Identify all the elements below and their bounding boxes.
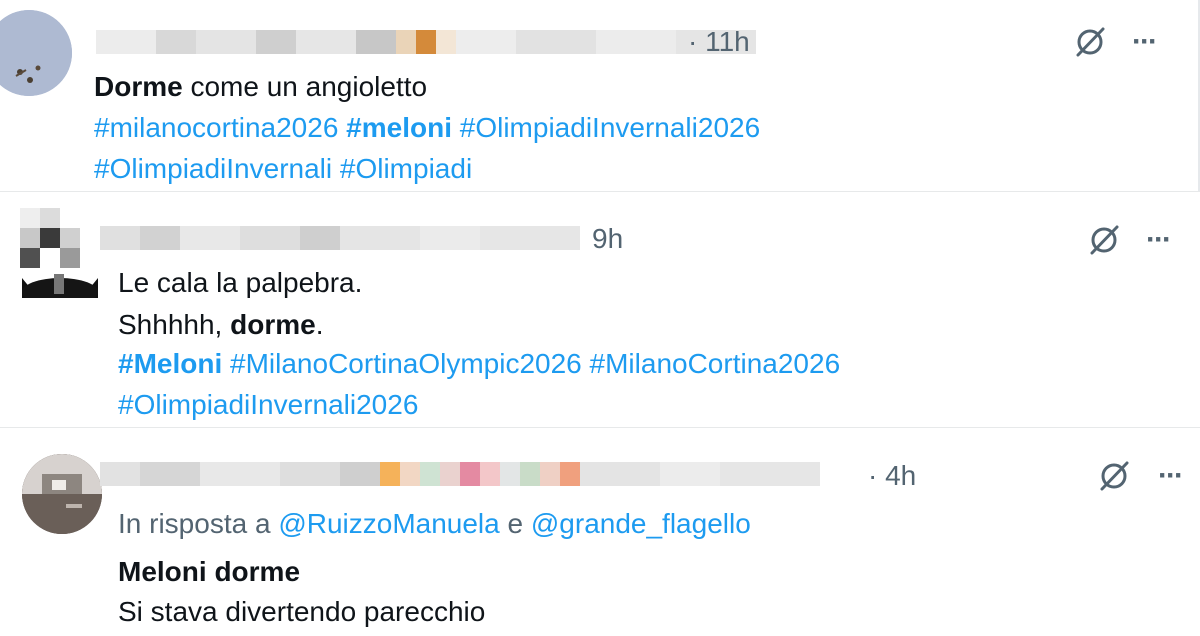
tweet-text-line: #OlimpiadiInvernali2026 xyxy=(118,385,418,425)
tweet-text-line: #Meloni #MilanoCortinaOlympic2026 #Milan… xyxy=(118,344,840,384)
text-segment: Shhhhh, xyxy=(118,309,231,340)
tweet-timestamp[interactable]: · 4h xyxy=(868,459,916,493)
text-segment: In risposta a xyxy=(118,508,279,539)
mention-link[interactable]: @grande_flagello xyxy=(531,508,751,539)
text-segment: dorme xyxy=(230,309,316,340)
more-dots-icon[interactable]: ··· xyxy=(1150,456,1190,496)
blurred-username[interactable] xyxy=(100,226,580,250)
grok-button[interactable] xyxy=(1070,22,1110,62)
tweet-text-line: Si stava divertendo parecchio xyxy=(118,592,485,632)
hashtag-link[interactable]: #MilanoCortina2026 xyxy=(590,348,841,379)
tweet-text-line: Shhhhh, dorme. xyxy=(118,305,323,345)
more-dots-icon[interactable]: ··· xyxy=(1138,220,1178,260)
grok-slash-icon xyxy=(1090,225,1119,255)
hashtag-link[interactable]: #OlimpiadiInvernali2026 xyxy=(118,389,418,420)
avatar[interactable] xyxy=(22,454,102,534)
tweet-text-line: Le cala la palpebra. xyxy=(118,263,362,303)
tweet-text-line: In risposta a @RuizzoManuela e @grande_f… xyxy=(118,504,751,544)
text-segment xyxy=(222,348,230,379)
text-segment: Le cala la palpebra. xyxy=(118,267,363,298)
text-segment: Meloni dorme xyxy=(118,556,301,587)
mention-link[interactable]: @RuizzoManuela xyxy=(278,508,499,539)
hashtag-link[interactable]: #Olimpiadi xyxy=(340,153,472,184)
tweet-timestamp[interactable]: 9h xyxy=(592,222,623,256)
tweet-text-line: #milanocortina2026 #meloni #OlimpiadiInv… xyxy=(94,108,760,148)
avatar-image-icon xyxy=(20,208,100,298)
tweet-2[interactable]: 9h ··· Le cala la palpebra. Shhhhh, dorm… xyxy=(0,192,1200,428)
hashtag-link[interactable]: #OlimpiadiInvernali xyxy=(94,153,332,184)
tweet-timestamp[interactable]: · 11h xyxy=(688,25,750,59)
grok-slash-icon xyxy=(1100,461,1129,491)
hashtag-link[interactable]: #meloni xyxy=(346,112,452,143)
hashtag-link[interactable]: #Meloni xyxy=(118,348,222,379)
avatar[interactable] xyxy=(0,10,72,96)
avatar[interactable] xyxy=(20,208,100,298)
blurred-username[interactable] xyxy=(96,30,756,54)
tweet-1[interactable]: · 11h ··· Dorme come un angioletto #mila… xyxy=(0,0,1200,192)
grok-slash-icon xyxy=(1076,27,1105,57)
hashtag-link[interactable]: #OlimpiadiInvernali2026 xyxy=(460,112,760,143)
text-segment: Dorme xyxy=(94,71,183,102)
hashtag-link[interactable]: #milanocortina2026 xyxy=(94,112,338,143)
tweet-text-line: #OlimpiadiInvernali #Olimpiadi xyxy=(94,149,472,189)
blurred-username[interactable] xyxy=(100,462,820,486)
more-dots-icon[interactable]: ··· xyxy=(1124,22,1164,62)
tweet-text-line: Meloni dorme xyxy=(118,552,300,592)
text-segment: Si stava divertendo parecchio xyxy=(118,596,486,627)
text-segment: come un angioletto xyxy=(182,71,428,102)
grok-button[interactable] xyxy=(1084,220,1124,260)
text-segment xyxy=(452,112,460,143)
tweet-3[interactable]: · 4h ··· In risposta a @RuizzoManuela e … xyxy=(0,428,1200,636)
avatar-image-icon xyxy=(22,454,102,534)
hashtag-link[interactable]: #MilanoCortinaOlympic2026 xyxy=(230,348,582,379)
text-segment xyxy=(338,112,346,143)
text-segment: e xyxy=(499,508,531,539)
tweet-text-line: Dorme come un angioletto xyxy=(94,67,427,107)
text-segment xyxy=(582,348,590,379)
text-segment xyxy=(332,153,340,184)
grok-button[interactable] xyxy=(1094,456,1134,496)
text-segment: . xyxy=(315,309,324,340)
avatar-image-icon xyxy=(0,10,72,96)
